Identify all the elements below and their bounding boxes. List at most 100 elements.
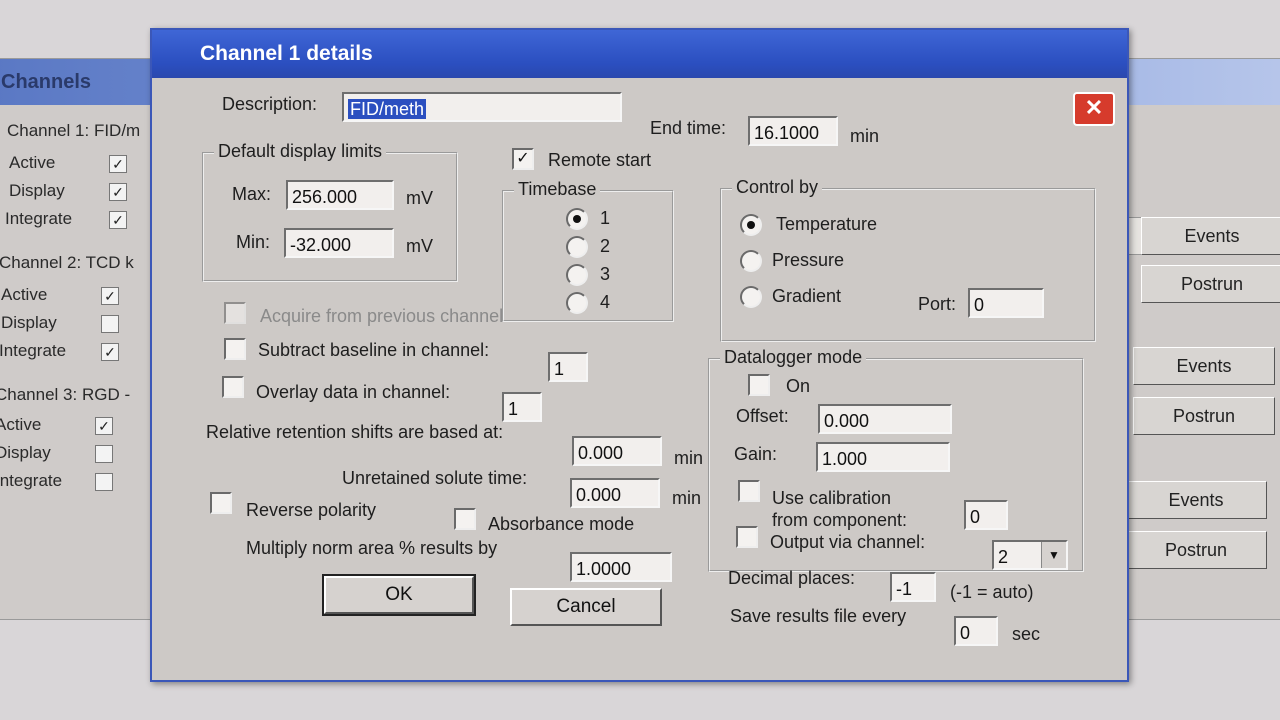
- save-results-field[interactable]: 0: [954, 616, 998, 646]
- channel-2-heading: Channel 2: TCD k: [0, 253, 134, 272]
- description-label: Description:: [222, 94, 318, 114]
- channel-3-display-checkbox[interactable]: [95, 445, 113, 463]
- channel-details-dialog: Channel 1 details ✕ Description: FID/met…: [150, 28, 1129, 682]
- timebase-option-3: 3: [600, 264, 611, 284]
- channel-3-integrate-checkbox[interactable]: [95, 473, 113, 491]
- port-label: Port:: [918, 294, 957, 314]
- absorbance-label: Absorbance mode: [488, 514, 635, 534]
- description-field[interactable]: FID/meth: [342, 92, 622, 122]
- timebase-option-2: 2: [600, 236, 611, 256]
- control-by-group: Control by Temperature Pressure Gradient…: [720, 177, 1096, 342]
- channel-1-display-checkbox[interactable]: ✓: [109, 183, 127, 201]
- overlay-checkbox[interactable]: [222, 376, 244, 398]
- timebase-option-4: 4: [600, 292, 611, 312]
- channel-2-integrate-checkbox[interactable]: ✓: [101, 343, 119, 361]
- output-channel-value: 2: [998, 547, 1009, 567]
- channel-3-events-button[interactable]: Events: [1125, 481, 1267, 519]
- control-temperature-radio[interactable]: [740, 214, 762, 236]
- decimal-places-label: Decimal places:: [728, 568, 856, 588]
- reverse-polarity-checkbox[interactable]: [210, 492, 232, 514]
- channel-1-active-checkbox[interactable]: ✓: [109, 155, 127, 173]
- subtract-baseline-field[interactable]: 1: [548, 352, 588, 382]
- channel-1-heading: Channel 1: FID/m: [7, 121, 141, 140]
- channel-2-active-label: Active: [1, 285, 48, 304]
- display-limits-title: Default display limits: [214, 141, 387, 162]
- rel-retention-label: Relative retention shifts are based at:: [206, 422, 504, 442]
- channel-3-active-label: Active: [0, 415, 42, 434]
- timebase-radio-3[interactable]: [566, 264, 588, 286]
- timebase-radio-1[interactable]: [566, 208, 588, 230]
- unretained-field[interactable]: 0.000: [570, 478, 660, 508]
- channel-3-integrate-label: Integrate: [0, 471, 63, 490]
- timebase-radio-2[interactable]: [566, 236, 588, 258]
- end-time-field[interactable]: 16.1000: [748, 116, 838, 146]
- offset-field[interactable]: 0.000: [818, 404, 952, 434]
- save-results-label: Save results file every: [730, 606, 907, 626]
- ok-button[interactable]: OK: [322, 574, 476, 616]
- description-value: FID/meth: [348, 99, 427, 119]
- min-unit: mV: [406, 236, 433, 256]
- datalogger-group: Datalogger mode On Offset: 0.000 Gain: 1…: [708, 347, 1084, 572]
- channel-1-postrun-button[interactable]: Postrun: [1141, 265, 1280, 303]
- channel-2-display-checkbox[interactable]: [101, 315, 119, 333]
- end-time-label: End time:: [650, 118, 727, 138]
- control-temperature-label: Temperature: [776, 214, 878, 234]
- save-results-unit: sec: [1012, 624, 1041, 644]
- subtract-baseline-checkbox[interactable]: [224, 338, 246, 360]
- end-time-unit: min: [850, 126, 880, 146]
- cancel-button[interactable]: Cancel: [510, 588, 662, 626]
- channel-1-integrate-checkbox[interactable]: ✓: [109, 211, 127, 229]
- chevron-down-icon[interactable]: ▼: [1041, 542, 1066, 568]
- max-label: Max:: [232, 184, 272, 204]
- output-channel-checkbox[interactable]: [736, 526, 758, 548]
- reverse-polarity-label: Reverse polarity: [246, 500, 377, 520]
- channel-2-postrun-button[interactable]: Postrun: [1133, 397, 1275, 435]
- multiply-field[interactable]: 1.0000: [570, 552, 672, 582]
- absorbance-checkbox[interactable]: [454, 508, 476, 530]
- output-channel-label: Output via channel:: [770, 532, 926, 552]
- channel-1-integrate-label: Integrate: [5, 209, 73, 228]
- control-by-title: Control by: [732, 177, 823, 198]
- datalogger-on-checkbox[interactable]: [748, 374, 770, 396]
- min-field[interactable]: -32.000: [284, 228, 394, 258]
- unretained-unit: min: [672, 488, 702, 508]
- channel-2-active-checkbox[interactable]: ✓: [101, 287, 119, 305]
- overlay-field[interactable]: 1: [502, 392, 542, 422]
- remote-start-checkbox[interactable]: ✓: [512, 148, 534, 170]
- max-unit: mV: [406, 188, 433, 208]
- decimal-places-field[interactable]: -1: [890, 572, 936, 602]
- channel-1-display-label: Display: [9, 181, 65, 200]
- dialog-titlebar: Channel 1 details: [152, 30, 1127, 78]
- rel-retention-unit: min: [674, 448, 704, 468]
- control-gradient-label: Gradient: [772, 286, 842, 306]
- channel-2-events-button[interactable]: Events: [1133, 347, 1275, 385]
- control-pressure-radio[interactable]: [740, 250, 762, 272]
- offset-label: Offset:: [736, 406, 789, 426]
- control-pressure-label: Pressure: [772, 250, 845, 270]
- channel-1-events-button[interactable]: Events: [1141, 217, 1280, 255]
- overlay-label: Overlay data in channel:: [256, 382, 451, 402]
- unretained-label: Unretained solute time:: [342, 468, 528, 488]
- control-gradient-radio[interactable]: [740, 286, 762, 308]
- use-calibration-label-1: Use calibration: [772, 488, 892, 508]
- channel-2-integrate-label: Integrate: [0, 341, 67, 360]
- multiply-label: Multiply norm area % results by: [246, 538, 498, 558]
- rel-retention-field[interactable]: 0.000: [572, 436, 662, 466]
- datalogger-title: Datalogger mode: [720, 347, 867, 368]
- close-icon[interactable]: ✕: [1073, 92, 1115, 126]
- gain-label: Gain:: [734, 444, 778, 464]
- channel-3-display-label: Display: [0, 443, 51, 462]
- use-calibration-field[interactable]: 0: [964, 500, 1008, 530]
- use-calibration-checkbox[interactable]: [738, 480, 760, 502]
- channel-3-heading: Channel 3: RGD -: [0, 385, 131, 404]
- gain-field[interactable]: 1.000: [816, 442, 950, 472]
- output-channel-select[interactable]: 2 ▼: [992, 540, 1068, 570]
- channel-2-display-label: Display: [1, 313, 57, 332]
- decimal-places-note: (-1 = auto): [950, 582, 1034, 602]
- port-field[interactable]: 0: [968, 288, 1044, 318]
- timebase-radio-4[interactable]: [566, 292, 588, 314]
- max-field[interactable]: 256.000: [286, 180, 394, 210]
- channel-3-active-checkbox[interactable]: ✓: [95, 417, 113, 435]
- channel-3-postrun-button[interactable]: Postrun: [1125, 531, 1267, 569]
- acquire-previous-checkbox[interactable]: [224, 302, 246, 324]
